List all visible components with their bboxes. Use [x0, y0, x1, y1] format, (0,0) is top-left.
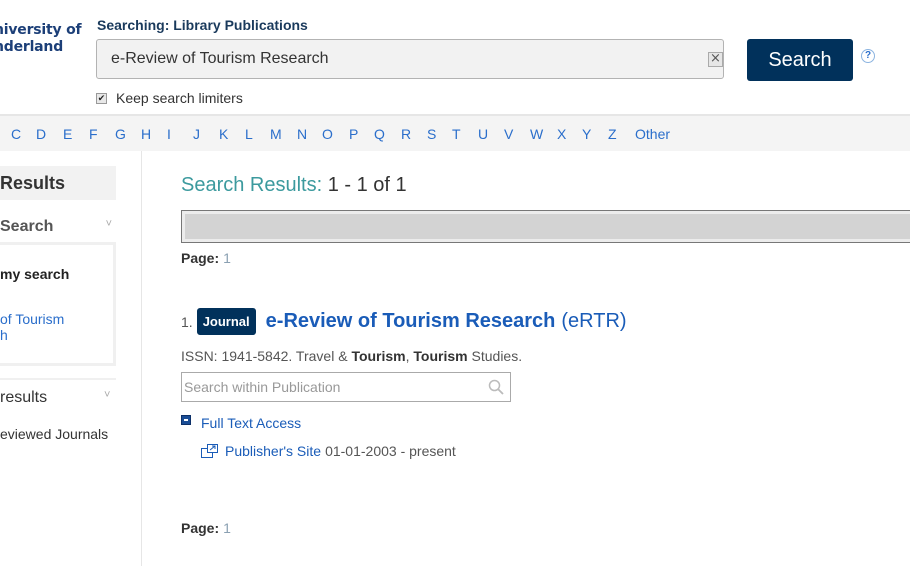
sidebar-filter-peer-reviewed[interactable]: eviewed Journals — [0, 426, 108, 442]
alpha-link-n[interactable]: N — [297, 126, 307, 142]
alpha-link-r[interactable]: R — [401, 126, 411, 142]
alphabet-bar: C D E F G H I J K L M N O P Q R S T U V … — [0, 114, 910, 151]
alpha-link-g[interactable]: G — [115, 126, 126, 142]
checkbox-checked-icon[interactable]: ✔ — [96, 92, 107, 104]
my-search-link-line-1: of Tourism — [0, 311, 65, 327]
publisher-site-link[interactable]: Publisher's Site — [225, 443, 321, 459]
alpha-link-v[interactable]: V — [504, 126, 513, 142]
chevron-down-icon[interactable]: ˅ — [106, 218, 112, 230]
alpha-link-t[interactable]: T — [452, 126, 461, 142]
result-title-link[interactable]: e-Review of Tourism Research — [266, 310, 556, 333]
alpha-link-x[interactable]: X — [557, 126, 566, 142]
chevron-down-icon[interactable]: ˅ — [104, 389, 110, 401]
alpha-link-y[interactable]: Y — [582, 126, 591, 142]
help-icon[interactable]: ? — [861, 49, 875, 63]
my-search-link[interactable]: of Tourism h — [0, 311, 64, 343]
alpha-link-s[interactable]: S — [427, 126, 436, 142]
alpha-link-m[interactable]: M — [270, 126, 282, 142]
searching-label: Searching: Library Publications — [97, 17, 308, 33]
search-results-heading: Search Results: 1 - 1 of 1 — [181, 174, 407, 197]
alpha-link-u[interactable]: U — [478, 126, 488, 142]
search-box: × — [96, 39, 724, 79]
alpha-link-d[interactable]: D — [36, 126, 46, 142]
search-results-label: Search Results: — [181, 174, 323, 196]
result-item: 1. Journal e-Review of Tourism Research … — [181, 308, 627, 335]
alpha-link-i[interactable]: I — [167, 126, 171, 142]
full-text-access-label: Full Text Access — [201, 415, 302, 431]
search-icon[interactable] — [488, 379, 504, 395]
page-label: Page: — [181, 520, 220, 536]
search-results-count: 1 - 1 of 1 — [327, 174, 407, 196]
alpha-link-c[interactable]: C — [11, 126, 21, 142]
alpha-link-h[interactable]: H — [141, 126, 151, 142]
logo-line-1: niversity of — [0, 22, 82, 38]
clear-icon[interactable]: × — [708, 52, 723, 67]
search-within-publication — [181, 372, 511, 402]
sidebar-results-heading: Results — [0, 166, 116, 200]
sidebar-search-label: Search — [0, 218, 54, 235]
subject-suffix: Studies. — [467, 348, 523, 364]
alpha-link-q[interactable]: Q — [374, 126, 385, 142]
page-number[interactable]: 1 — [223, 520, 231, 536]
subject-highlight: Tourism — [413, 348, 468, 364]
alpha-link-w[interactable]: W — [530, 126, 543, 142]
results-toolbar-inner — [185, 214, 910, 239]
alpha-link-e[interactable]: E — [63, 126, 72, 142]
coverage-dates: 01-01-2003 - present — [325, 443, 456, 459]
university-logo[interactable]: niversity of nderland — [0, 22, 82, 56]
collapse-icon[interactable] — [181, 415, 191, 425]
journal-badge: Journal — [196, 308, 256, 335]
page-number[interactable]: 1 — [223, 250, 231, 266]
logo-line-2: nderland — [0, 39, 64, 55]
alpha-link-l[interactable]: L — [245, 126, 253, 142]
search-within-input[interactable] — [184, 373, 479, 401]
alpha-link-z[interactable]: Z — [608, 126, 617, 142]
search-input[interactable] — [111, 40, 691, 78]
publisher-site-row: Publisher's Site 01-01-2003 - present — [201, 443, 456, 459]
alpha-link-o[interactable]: O — [322, 126, 333, 142]
my-search-link-line-2: h — [0, 327, 8, 343]
my-search-box: my search of Tourism h — [0, 242, 116, 366]
page-label: Page: — [181, 250, 220, 266]
sidebar-separator — [0, 378, 116, 380]
keep-limiters-checkbox[interactable]: ✔ Keep search limiters — [96, 90, 243, 106]
issn-text: ISSN: 1941-5842. Travel & — [181, 348, 352, 364]
my-search-label: my search — [0, 266, 70, 282]
alpha-link-k[interactable]: K — [219, 126, 228, 142]
alpha-link-other[interactable]: Other — [635, 126, 670, 142]
alpha-link-f[interactable]: F — [89, 126, 98, 142]
result-abbreviation: (eRTR) — [561, 310, 627, 332]
sidebar-results-section[interactable]: results — [0, 389, 47, 407]
results-toolbar — [181, 210, 910, 243]
subject-highlight: Tourism — [351, 348, 406, 364]
sidebar-divider — [141, 151, 142, 566]
sidebar-search-section[interactable]: Search ˅ — [0, 218, 116, 236]
keep-limiters-label: Keep search limiters — [116, 90, 243, 106]
result-issn-subjects: ISSN: 1941-5842. Travel & Tourism, Touri… — [181, 348, 522, 364]
external-link-icon — [201, 444, 218, 458]
pagination-bottom: Page: 1 — [181, 520, 231, 536]
alpha-link-j[interactable]: J — [193, 126, 200, 142]
alpha-link-p[interactable]: P — [349, 126, 358, 142]
pagination-top: Page: 1 — [181, 250, 231, 266]
full-text-access-toggle[interactable]: Full Text Access — [181, 415, 301, 431]
result-number: 1. — [181, 313, 193, 330]
search-button[interactable]: Search — [747, 39, 853, 81]
